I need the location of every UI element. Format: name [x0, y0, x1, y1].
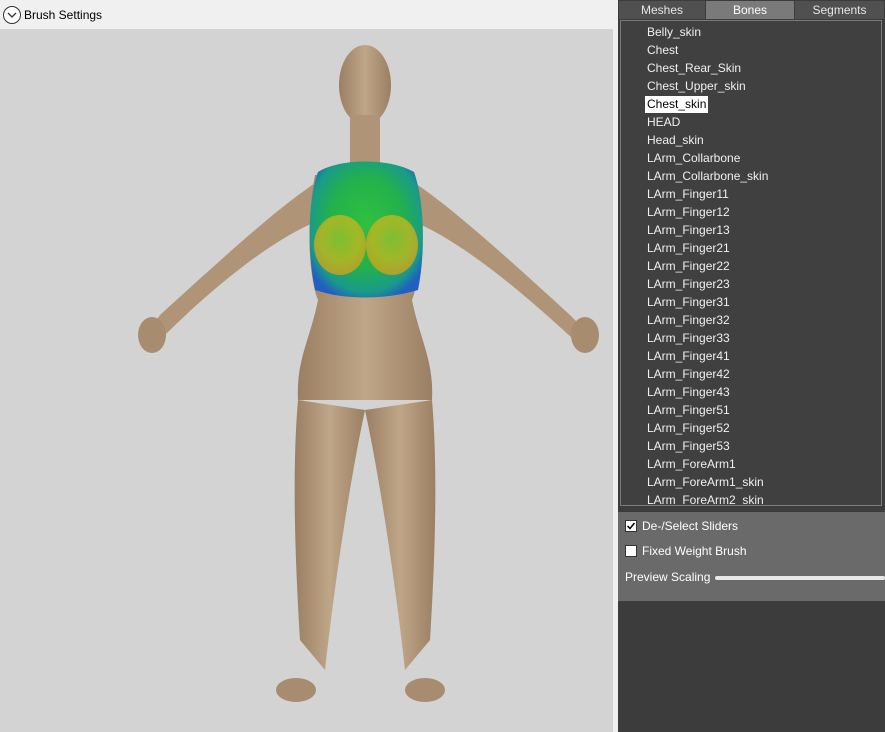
brush-options: De-/Select Sliders Fixed Weight Brush Pr… [618, 512, 885, 601]
preview-scaling-label: Preview Scaling [625, 570, 711, 584]
fixed-weight-brush-checkbox[interactable] [625, 545, 637, 557]
bone-item[interactable]: LArm_Finger13 [645, 222, 732, 239]
bone-item[interactable]: LArm_Finger22 [645, 258, 732, 275]
bone-item[interactable]: LArm_Finger43 [645, 384, 732, 401]
bone-item[interactable]: Chest [645, 42, 680, 59]
bone-item[interactable]: LArm_Finger41 [645, 348, 732, 365]
chevron-down-icon[interactable] [3, 5, 21, 24]
tab-bones[interactable]: Bones [706, 1, 795, 19]
fixed-weight-brush-label: Fixed Weight Brush [642, 544, 747, 558]
bone-item[interactable]: LArm_Collarbone_skin [645, 168, 770, 185]
bone-item[interactable]: LArm_ForeArm1_skin [645, 474, 766, 491]
bone-item[interactable]: LArm_Finger21 [645, 240, 732, 257]
body-mesh [138, 45, 599, 702]
tab-meshes[interactable]: Meshes [619, 1, 706, 19]
brush-settings-title: Brush Settings [24, 7, 103, 22]
checkmark-icon [626, 522, 636, 530]
3d-viewport[interactable] [0, 29, 613, 732]
bones-list[interactable]: Belly_skin Chest Chest_Rear_Skin Chest_Uppe… [620, 20, 882, 506]
bone-item[interactable]: LArm_Finger51 [645, 402, 732, 419]
bone-item[interactable]: LArm_ForeArm1 [645, 456, 738, 473]
right-panel: Meshes Bones Segments Belly_skin Chest Che… [618, 0, 885, 732]
bone-item[interactable]: HEAD [645, 114, 682, 131]
bone-item[interactable]: LArm_Finger32 [645, 312, 732, 329]
deselect-sliders-label: De-/Select Sliders [642, 519, 739, 533]
tab-bar: Meshes Bones Segments [619, 1, 885, 19]
bone-item[interactable]: LArm_Finger11 [645, 186, 731, 203]
bone-item[interactable]: LArm_Collarbone [645, 150, 742, 167]
fixed-weight-brush-option[interactable]: Fixed Weight Brush [625, 544, 747, 558]
slider-track[interactable] [715, 576, 885, 580]
brush-settings-header[interactable]: Brush Settings [0, 0, 615, 29]
bone-item[interactable]: Chest_Upper_skin [645, 78, 748, 95]
deselect-sliders-checkbox[interactable] [625, 520, 637, 532]
bone-item[interactable]: LArm_Finger42 [645, 366, 732, 383]
bone-item[interactable]: LArm_Finger33 [645, 330, 732, 347]
bone-item[interactable]: LArm_Finger52 [645, 420, 732, 437]
preview-scaling-slider[interactable] [715, 576, 885, 580]
bone-item[interactable]: Head_skin [645, 132, 706, 149]
bone-item[interactable]: LArm_Finger53 [645, 438, 732, 455]
bone-item[interactable]: LArm_Finger31 [645, 294, 732, 311]
tab-segments[interactable]: Segments [795, 1, 885, 19]
bone-item[interactable]: Belly_skin [645, 24, 703, 41]
bone-item[interactable]: Chest_Rear_Skin [645, 60, 743, 77]
deselect-sliders-option[interactable]: De-/Select Sliders [625, 519, 738, 533]
bone-item[interactable]: LArm_ForeArm2_skin [645, 492, 766, 505]
bone-item[interactable]: LArm_Finger12 [645, 204, 732, 221]
bone-item[interactable]: Chest_skin [645, 96, 709, 113]
bone-item[interactable]: LArm_Finger23 [645, 276, 732, 293]
